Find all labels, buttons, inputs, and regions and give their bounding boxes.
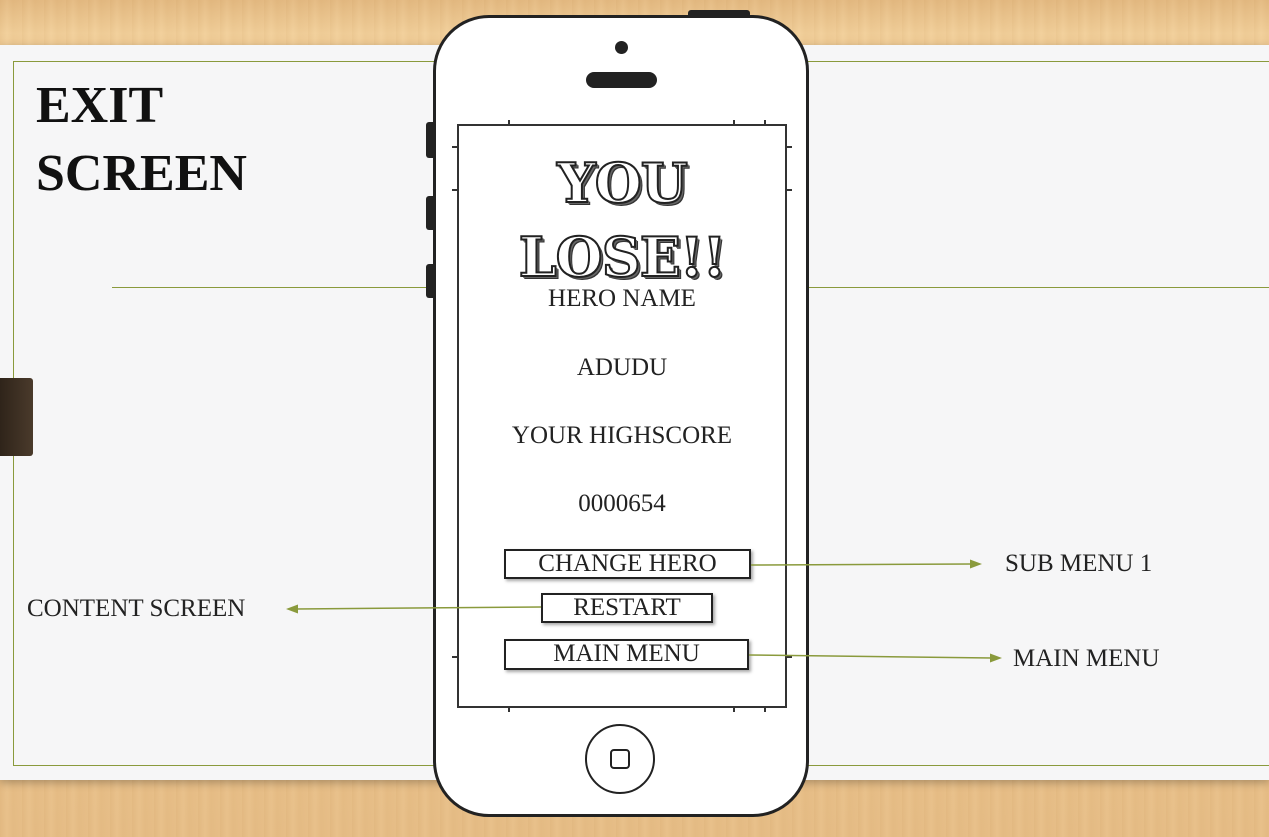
sub-menu-callout: SUB MENU 1	[1005, 550, 1153, 577]
content-screen-arrow-line	[295, 606, 542, 610]
sub-menu-arrow-head	[970, 559, 982, 569]
callout-arrows	[286, 559, 1002, 663]
content-screen-arrow-head	[286, 604, 298, 614]
main-menu-callout: MAIN MENU	[1013, 645, 1160, 672]
main-menu-arrow-line	[748, 654, 993, 659]
content-screen-callout: CONTENT SCREEN	[27, 595, 246, 622]
sub-menu-arrow-line	[750, 563, 973, 566]
main-menu-arrow-head	[990, 653, 1002, 663]
